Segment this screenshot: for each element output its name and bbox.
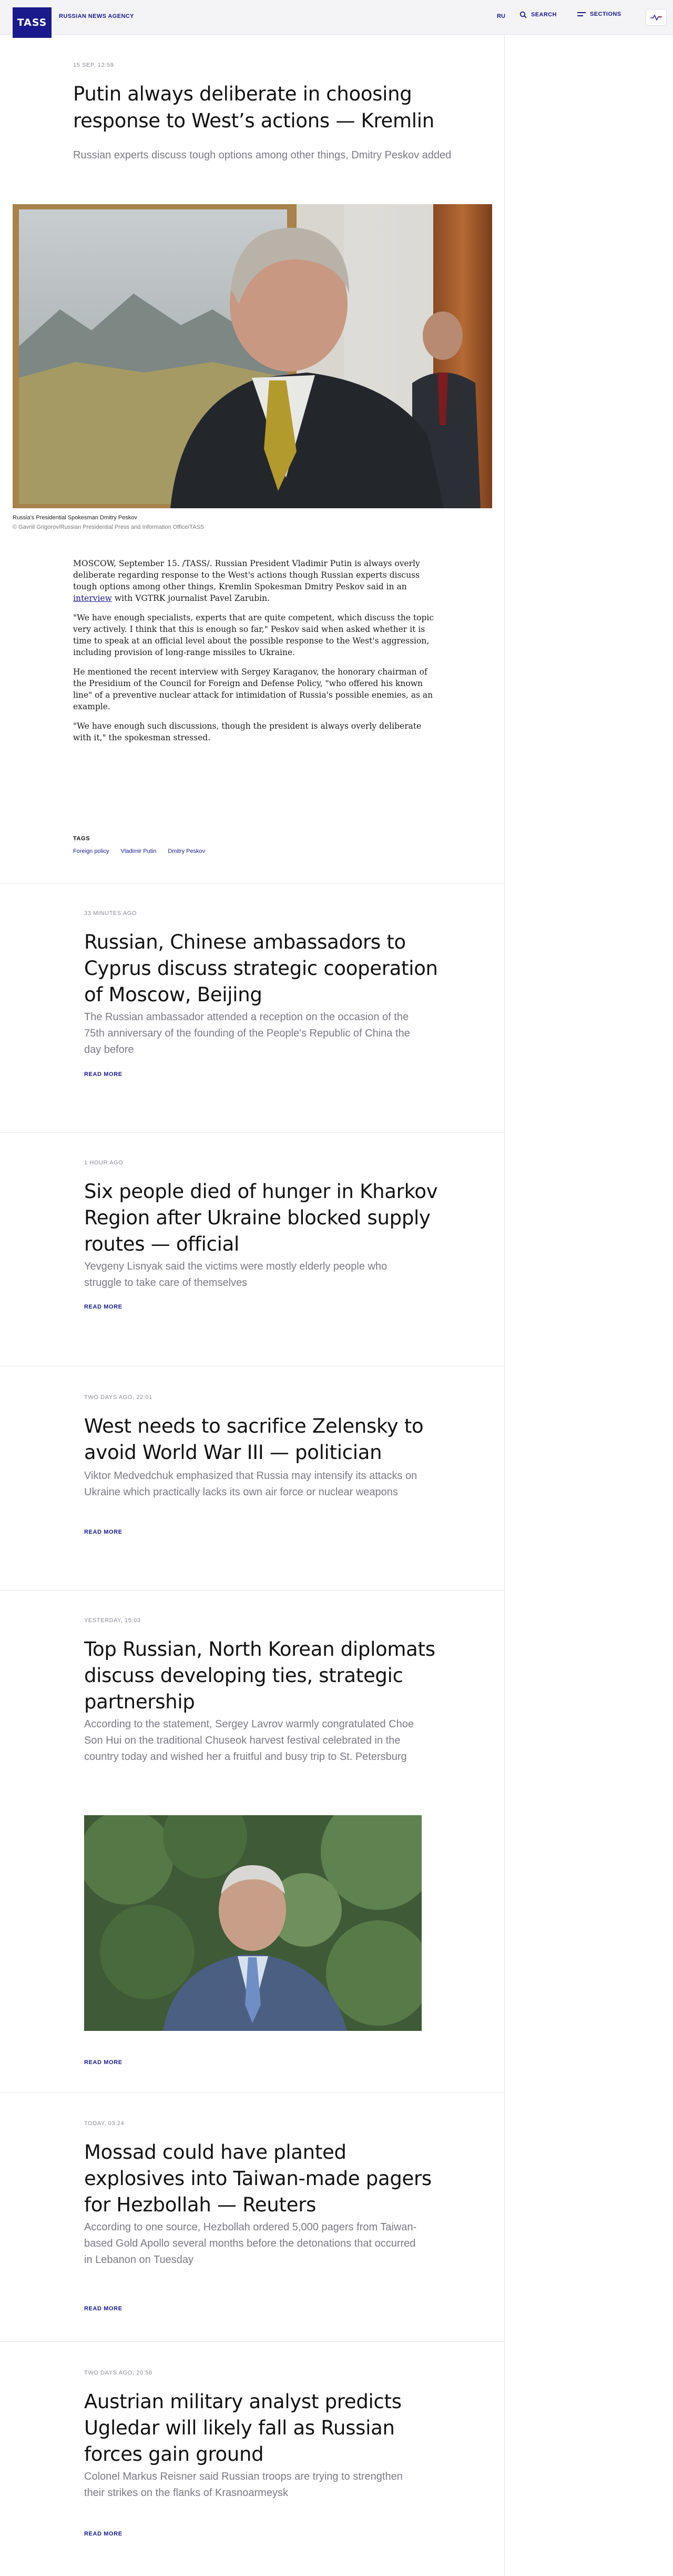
news-card[interactable]: TWO DAYS AGO, 22:01 West needs to sacrif… xyxy=(84,1394,442,1573)
body-paragraph: MOSCOW, September 15. /TASS/. Russian Pr… xyxy=(73,558,436,604)
card-title[interactable]: Mossad could have planted explosives int… xyxy=(84,2139,442,2218)
card-date: TWO DAYS AGO, 20:56 xyxy=(84,2370,152,2376)
body-paragraph: He mentioned the recent interview with S… xyxy=(73,667,433,711)
article-lead: Russian experts discuss tough options am… xyxy=(73,149,452,161)
body-text-span: MOSCOW, September 15. /TASS/. Russian Pr… xyxy=(73,559,420,591)
interview-link[interactable]: interview xyxy=(73,593,112,603)
read-more-link[interactable]: READ MORE xyxy=(84,2306,123,2312)
card-lead: Viktor Medvedchuk emphasized that Russia… xyxy=(84,1470,417,1498)
news-card[interactable]: 33 MINUTES AGO Russian, Chinese ambassad… xyxy=(84,910,442,1110)
top-bar: TASS RUSSIAN NEWS AGENCY RU SEARCH SECTI… xyxy=(0,0,673,38)
news-card[interactable]: TODAY, 03:24 Mossad could have planted e… xyxy=(84,2120,442,2320)
photo-caption: Russia's Presidential Spokesman Dmitry P… xyxy=(13,515,137,521)
news-card[interactable]: TWO DAYS AGO, 20:56 Austrian military an… xyxy=(84,2370,442,2564)
body-text-span: with VGTRK journalist Pavel Zarubin. xyxy=(111,593,270,603)
tag-link[interactable]: Dmitry Peskov xyxy=(168,848,205,854)
photo-credit: © Gavriil Grigorov/Russian Presidential … xyxy=(13,524,205,530)
tags-label: TAGS xyxy=(73,836,90,842)
divider xyxy=(0,2341,505,2342)
menu-icon xyxy=(577,12,586,16)
card-photo[interactable] xyxy=(84,1815,422,2031)
body-paragraph: "We have enough specialists, experts tha… xyxy=(73,613,434,657)
read-more-link[interactable]: READ MORE xyxy=(84,1304,123,1310)
card-lead: Yevgeny Lisnyak said the victims were mo… xyxy=(84,1261,388,1289)
article-date: 15 SEP, 12:59 xyxy=(73,62,114,68)
card-title[interactable]: Top Russian, North Korean diplomats disc… xyxy=(84,1636,442,1715)
article-body: MOSCOW, September 15. /TASS/. Russian Pr… xyxy=(73,558,436,751)
live-feed-button[interactable] xyxy=(646,9,667,26)
main-column: 15 SEP, 12:59 Putin always deliberate in… xyxy=(0,35,505,2576)
divider xyxy=(0,1590,505,1591)
agency-name: RUSSIAN NEWS AGENCY xyxy=(59,13,134,19)
card-title[interactable]: Russian, Chinese ambassadors to Cyprus d… xyxy=(84,929,442,1008)
card-lead: According to the statement, Sergey Lavro… xyxy=(84,1718,414,1763)
body-paragraph: "We have enough such discussions, though… xyxy=(73,721,422,742)
card-title[interactable]: Austrian military analyst predicts Ugled… xyxy=(84,2389,442,2468)
search-button[interactable]: SEARCH xyxy=(519,11,557,18)
news-card[interactable]: 1 HOUR AGO Six people died of hunger in … xyxy=(84,1160,442,1339)
read-more-link[interactable]: READ MORE xyxy=(84,2531,123,2537)
language-switch-ru[interactable]: RU xyxy=(497,13,505,19)
card-date: TWO DAYS AGO, 22:01 xyxy=(84,1394,152,1401)
search-icon xyxy=(519,11,527,18)
card-lead: Colonel Markus Reisner said Russian troo… xyxy=(84,2471,403,2499)
tag-link[interactable]: Vladimir Putin xyxy=(120,848,156,854)
sections-label: SECTIONS xyxy=(590,11,621,17)
card-date: 33 MINUTES AGO xyxy=(84,910,137,917)
article-title: Putin always deliberate in choosing resp… xyxy=(73,83,434,132)
card-date: YESTERDAY, 15:03 xyxy=(84,1617,141,1624)
article-photo xyxy=(13,204,492,508)
card-title[interactable]: West needs to sacrifice Zelensky to avoi… xyxy=(84,1413,442,1466)
tag-link[interactable]: Foreign policy xyxy=(73,848,109,854)
card-lead: The Russian ambassador attended a recept… xyxy=(84,1011,410,1055)
divider xyxy=(0,1132,505,1133)
read-more-link[interactable]: READ MORE xyxy=(84,2059,123,2066)
card-date: 1 HOUR AGO xyxy=(84,1160,124,1166)
news-card[interactable]: YESTERDAY, 15:03 Top Russian, North Kore… xyxy=(84,1617,442,2091)
card-date: TODAY, 03:24 xyxy=(84,2120,125,2127)
read-more-link[interactable]: READ MORE xyxy=(84,1529,123,1535)
search-label: SEARCH xyxy=(531,12,557,18)
tags-list: Foreign policy Vladimir Putin Dmitry Pes… xyxy=(73,848,205,854)
tass-logo[interactable]: TASS xyxy=(13,7,52,38)
pulse-icon xyxy=(650,14,662,21)
read-more-link[interactable]: READ MORE xyxy=(84,1071,123,1078)
card-title[interactable]: Six people died of hunger in Kharkov Reg… xyxy=(84,1179,442,1257)
card-lead: According to one source, Hezbollah order… xyxy=(84,2221,417,2266)
sections-button[interactable]: SECTIONS xyxy=(577,11,621,17)
